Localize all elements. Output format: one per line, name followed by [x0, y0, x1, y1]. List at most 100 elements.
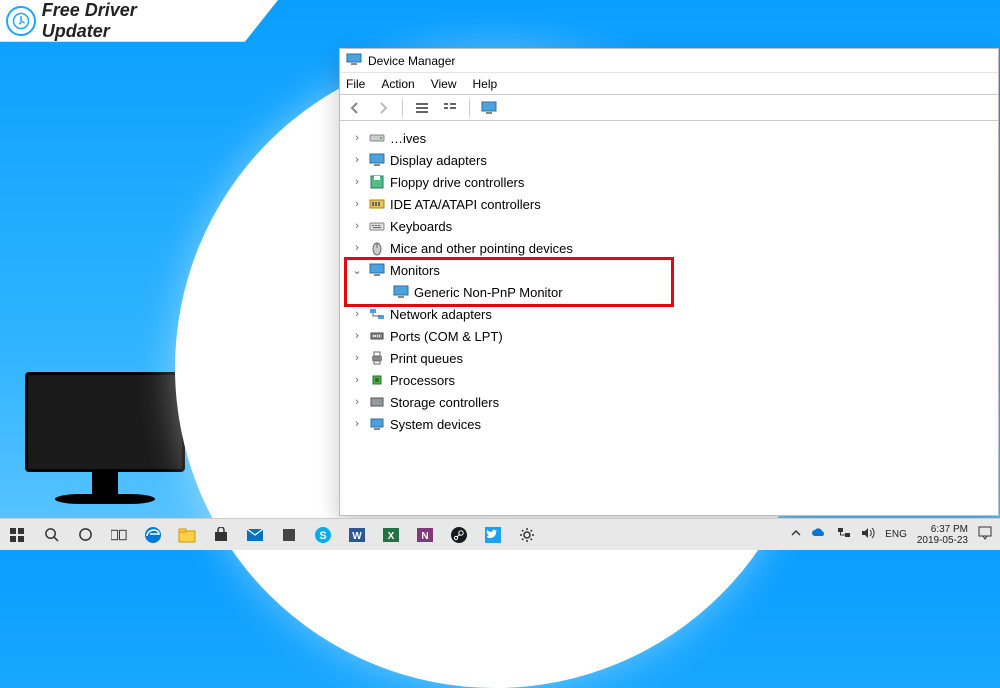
taskbar-left: S W X N — [0, 519, 544, 550]
expand-icon[interactable]: › — [350, 352, 364, 364]
tree-item-label: Processors — [390, 373, 455, 388]
tree-item-print-queues[interactable]: › Print queues — [340, 347, 998, 369]
tray-time: 6:37 PM — [917, 524, 968, 535]
menu-file[interactable]: File — [346, 77, 365, 91]
search-icon[interactable] — [34, 519, 68, 550]
tree-item-ports[interactable]: › Ports (COM & LPT) — [340, 325, 998, 347]
tree-item-mice[interactable]: › Mice and other pointing devices — [340, 237, 998, 259]
tree-item-label: Mice and other pointing devices — [390, 241, 573, 256]
svg-text:N: N — [421, 531, 428, 542]
toolbar — [340, 95, 998, 121]
expand-icon[interactable]: › — [350, 176, 364, 188]
expand-icon[interactable]: › — [350, 396, 364, 408]
svg-text:W: W — [352, 531, 362, 542]
taskbar-app-mail[interactable] — [238, 519, 272, 550]
taskbar-app-explorer[interactable] — [170, 519, 204, 550]
tree-item-label: System devices — [390, 417, 481, 432]
storage-icon — [368, 393, 386, 411]
tree-item-generic-monitor[interactable]: Generic Non-PnP Monitor — [340, 281, 998, 303]
toolbar-monitor-icon[interactable] — [480, 99, 498, 117]
tray-chevron-icon[interactable] — [791, 528, 801, 541]
taskbar-app-word[interactable]: W — [340, 519, 374, 550]
taskbar-app-store[interactable] — [204, 519, 238, 550]
start-button[interactable] — [0, 519, 34, 550]
cortana-icon[interactable] — [68, 519, 102, 550]
tray-volume-icon[interactable] — [861, 527, 875, 542]
tray-language[interactable]: ENG — [885, 529, 907, 540]
toolbar-back-icon[interactable] — [346, 99, 364, 117]
system-icon — [368, 415, 386, 433]
taskbar: S W X N ENG 6:37 PM 2019-05-23 — [0, 518, 1000, 550]
taskbar-app-twitter[interactable] — [476, 519, 510, 550]
window-titlebar[interactable]: Device Manager — [340, 49, 998, 73]
tree-item-label: Storage controllers — [390, 395, 499, 410]
expand-icon[interactable]: › — [350, 198, 364, 210]
task-view-icon[interactable] — [102, 519, 136, 550]
decorative-monitor-graphic — [20, 372, 190, 512]
taskbar-app-generic[interactable] — [272, 519, 306, 550]
taskbar-app-settings[interactable] — [510, 519, 544, 550]
brand-logo-icon — [6, 6, 36, 36]
expand-icon[interactable]: › — [350, 418, 364, 430]
window-title: Device Manager — [368, 54, 455, 68]
tray-notifications-icon[interactable] — [978, 526, 992, 543]
tree-item-monitors[interactable]: ⌄ Monitors — [340, 259, 998, 281]
menu-bar: File Action View Help — [340, 73, 998, 95]
tree-item-keyboards[interactable]: › Keyboards — [340, 215, 998, 237]
menu-action[interactable]: Action — [381, 77, 414, 91]
expand-icon[interactable]: › — [350, 154, 364, 166]
tray-date: 2019-05-23 — [917, 535, 968, 546]
collapse-icon[interactable]: ⌄ — [350, 264, 364, 277]
tray-clock[interactable]: 6:37 PM 2019-05-23 — [917, 524, 968, 546]
monitor-icon — [392, 283, 410, 301]
toolbar-list2-icon[interactable] — [441, 99, 459, 117]
cpu-icon — [368, 371, 386, 389]
brand-title: Free Driver Updater — [42, 0, 208, 42]
menu-help[interactable]: Help — [473, 77, 498, 91]
taskbar-app-edge[interactable] — [136, 519, 170, 550]
port-icon — [368, 327, 386, 345]
svg-text:X: X — [388, 531, 395, 542]
ide-icon — [368, 195, 386, 213]
tree-item-network[interactable]: › Network adapters — [340, 303, 998, 325]
expand-icon[interactable]: › — [350, 242, 364, 254]
tree-item-label: IDE ATA/ATAPI controllers — [390, 197, 541, 212]
tray-onedrive-icon[interactable] — [811, 527, 827, 542]
tree-item-label: Display adapters — [390, 153, 487, 168]
taskbar-app-onenote[interactable]: N — [408, 519, 442, 550]
expand-icon[interactable]: › — [350, 220, 364, 232]
taskbar-app-skype[interactable]: S — [306, 519, 340, 550]
taskbar-app-steam[interactable] — [442, 519, 476, 550]
taskbar-app-excel[interactable]: X — [374, 519, 408, 550]
expand-icon[interactable]: › — [350, 132, 364, 144]
tree-item-label: Network adapters — [390, 307, 492, 322]
device-tree: › …ives › Display adapters › Floppy driv… — [340, 121, 998, 515]
tray-network-icon[interactable] — [837, 527, 851, 542]
network-icon — [368, 305, 386, 323]
svg-text:S: S — [319, 530, 326, 542]
expand-icon[interactable]: › — [350, 330, 364, 342]
toolbar-divider — [402, 99, 403, 117]
tree-item-ide[interactable]: › IDE ATA/ATAPI controllers — [340, 193, 998, 215]
toolbar-divider — [469, 99, 470, 117]
menu-view[interactable]: View — [431, 77, 457, 91]
printer-icon — [368, 349, 386, 367]
toolbar-forward-icon[interactable] — [374, 99, 392, 117]
expand-spacer — [374, 286, 388, 298]
tree-item-label: Keyboards — [390, 219, 452, 234]
toolbar-list-icon[interactable] — [413, 99, 431, 117]
expand-icon[interactable]: › — [350, 308, 364, 320]
expand-icon[interactable]: › — [350, 374, 364, 386]
tree-item-system-devices[interactable]: › System devices — [340, 413, 998, 435]
device-manager-icon — [346, 51, 362, 70]
tree-item-label: Floppy drive controllers — [390, 175, 524, 190]
tree-item-label: …ives — [390, 131, 426, 146]
tree-item-storage[interactable]: › Storage controllers — [340, 391, 998, 413]
tree-item-drives[interactable]: › …ives — [340, 127, 998, 149]
display-adapter-icon — [368, 151, 386, 169]
tree-item-processors[interactable]: › Processors — [340, 369, 998, 391]
tree-item-floppy[interactable]: › Floppy drive controllers — [340, 171, 998, 193]
tree-item-display-adapters[interactable]: › Display adapters — [340, 149, 998, 171]
taskbar-tray: ENG 6:37 PM 2019-05-23 — [783, 524, 1000, 546]
tree-item-label: Ports (COM & LPT) — [390, 329, 503, 344]
